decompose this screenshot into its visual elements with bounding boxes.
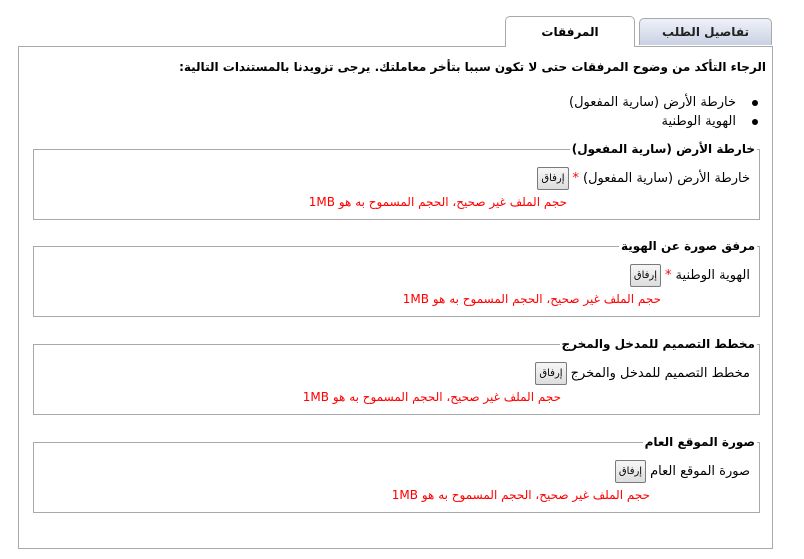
required-star: * — [572, 171, 580, 186]
upload-row: خارطة الأرض (سارية المفعول) * إرفاق — [537, 167, 750, 190]
tab-request-details-label: تفاصيل الطلب — [662, 25, 749, 39]
attach-button[interactable]: إرفاق — [629, 264, 662, 287]
field-label: مخطط التصميم للمدخل والمخرج — [570, 366, 750, 381]
tab-bar: المرفقات تفاصيل الطلب — [505, 16, 772, 47]
error-message: حجم الملف غير صحيح، الحجم المسموح به هو … — [302, 390, 561, 404]
error-message: حجم الملف غير صحيح، الحجم المسموح به هو … — [391, 488, 650, 502]
error-message: حجم الملف غير صحيح، الحجم المسموح به هو … — [308, 195, 567, 209]
tab-attachments-label: المرفقات — [541, 25, 599, 39]
section-entrance-exit-design: مخطط التصميم للمدخل والمخرج مخطط التصميم… — [33, 336, 760, 415]
section-legend: صورة الموقع العام — [642, 434, 757, 450]
upload-row: الهوية الوطنية * إرفاق — [629, 264, 750, 287]
tab-request-details[interactable]: تفاصيل الطلب — [639, 18, 772, 45]
field-label: خارطة الأرض (سارية المفعول) — [583, 171, 750, 186]
field-label: صورة الموقع العام — [650, 464, 750, 479]
required-star: * — [665, 268, 672, 283]
required-docs-list: خارطة الأرض (سارية المفعول) الهوية الوطن… — [569, 93, 758, 131]
attach-button[interactable]: إرفاق — [535, 362, 567, 385]
upload-row: مخطط التصميم للمدخل والمخرج إرفاق — [535, 362, 750, 385]
error-message: حجم الملف غير صحيح، الحجم المسموح به هو … — [402, 292, 661, 306]
list-item: الهوية الوطنية — [569, 112, 758, 131]
upload-row: صورة الموقع العام إرفاق — [614, 460, 750, 483]
section-id-copy: مرفق صورة عن الهوية الهوية الوطنية * إرف… — [33, 238, 760, 317]
section-legend: خارطة الأرض (سارية المفعول) — [569, 141, 757, 157]
field-label: الهوية الوطنية — [675, 268, 750, 283]
intro-text: الرجاء التأكد من وضوح المرفقات حتى لا تك… — [179, 60, 766, 74]
section-land-map: خارطة الأرض (سارية المفعول) خارطة الأرض … — [33, 141, 760, 220]
tab-attachments[interactable]: المرفقات — [505, 16, 635, 47]
attach-button[interactable]: إرفاق — [537, 167, 569, 190]
attach-button[interactable]: إرفاق — [614, 460, 647, 483]
list-item: خارطة الأرض (سارية المفعول) — [569, 95, 758, 110]
section-site-photo: صورة الموقع العام صورة الموقع العام إرفا… — [33, 434, 760, 513]
section-legend: مخطط التصميم للمدخل والمخرج — [559, 336, 757, 352]
section-legend: مرفق صورة عن الهوية — [618, 238, 757, 254]
